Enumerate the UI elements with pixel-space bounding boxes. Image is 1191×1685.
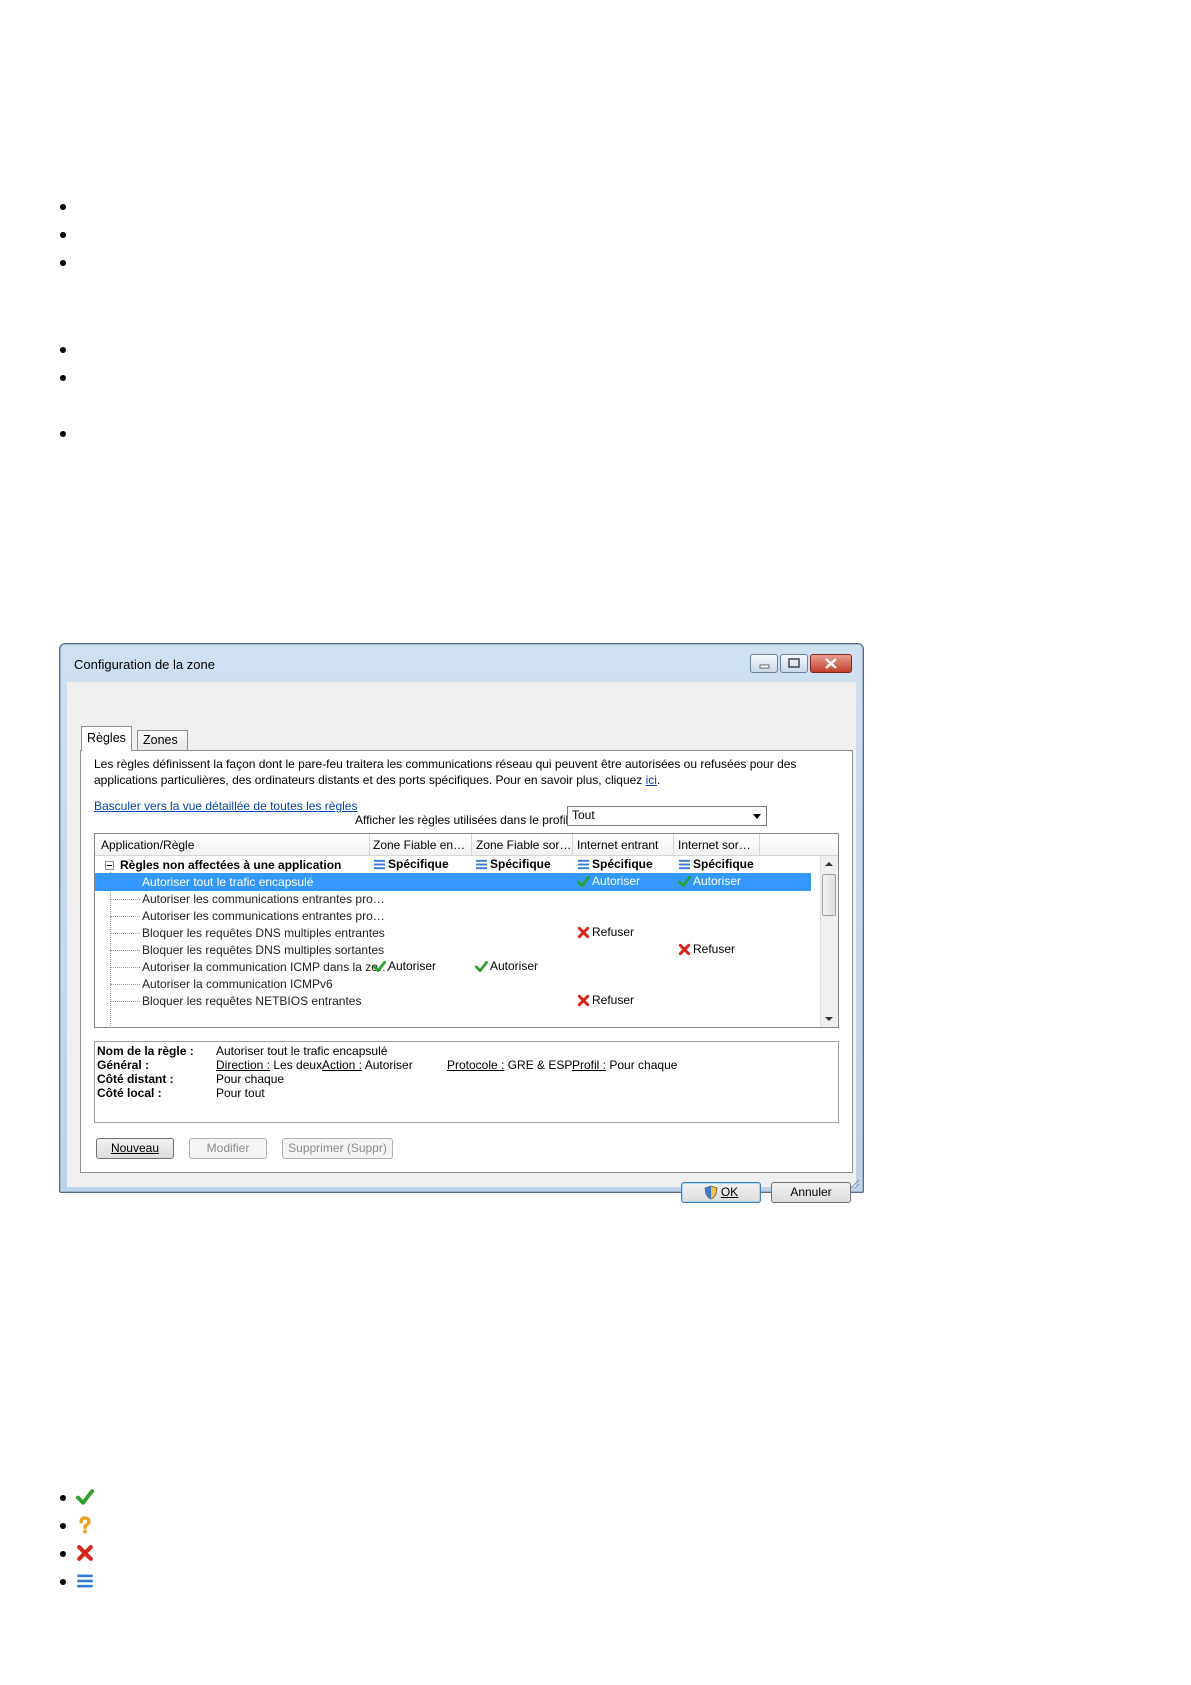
rule-row[interactable]: Bloquer les requêtes DNS multiples entra… <box>95 924 811 942</box>
profile-select[interactable]: Tout <box>567 806 767 826</box>
protocol-field: Protocole : GRE & ESP <box>447 1058 573 1072</box>
list-icon <box>373 859 386 869</box>
cross-icon <box>77 1545 93 1561</box>
rule-name-label: Nom de la règle : <box>97 1044 194 1058</box>
rule-row[interactable]: Autoriser la communication ICMPv6 <box>95 975 811 993</box>
rule-cell: Spécifique <box>678 857 754 871</box>
check-icon <box>475 960 488 972</box>
rule-row[interactable]: Autoriser tout le trafic encapsulé Autori… <box>95 873 811 891</box>
maximize-button[interactable] <box>780 654 808 673</box>
minimize-button[interactable] <box>750 654 778 673</box>
column-header-rule[interactable]: Application/Règle <box>101 838 194 852</box>
rules-list[interactable]: Application/Règle Zone Fiable en… Zone F… <box>94 833 839 1028</box>
scroll-thumb[interactable] <box>822 874 836 916</box>
edit-rule-button[interactable]: Modifier <box>189 1138 267 1159</box>
rule-name: Autoriser la communication ICMPv6 <box>142 977 333 991</box>
rule-cell: Refuser <box>577 993 634 1007</box>
cross-icon <box>577 994 590 1006</box>
list-icon <box>77 1574 93 1588</box>
rule-row[interactable]: Autoriser les communications entrantes p… <box>95 890 811 908</box>
description-text: Les règles définissent la façon dont le … <box>94 757 797 787</box>
rule-cell: Autoriser <box>678 874 741 888</box>
rule-row[interactable]: Bloquer les requêtes DNS multiples sorta… <box>95 941 811 959</box>
shield-icon <box>704 1185 718 1200</box>
rule-cell: Autoriser <box>373 959 436 973</box>
rule-name: Autoriser les communications entrantes p… <box>142 892 385 906</box>
resize-grip-icon[interactable] <box>848 1177 860 1189</box>
column-header-internet-in[interactable]: Internet entrant <box>577 838 673 852</box>
list-icon <box>475 859 488 869</box>
local-value: Pour tout <box>216 1086 265 1100</box>
scroll-up-arrow-icon[interactable] <box>825 862 833 866</box>
zone-configuration-window: Configuration de la zone Règles Zones Le… <box>59 643 864 1203</box>
cancel-button[interactable]: Annuler <box>771 1182 851 1203</box>
window-client-area: Règles Zones Les règles définissent la f… <box>67 682 856 1203</box>
delete-rule-button[interactable]: Supprimer (Suppr) <box>282 1138 393 1159</box>
column-header-trusted-out[interactable]: Zone Fiable sor… <box>476 838 572 852</box>
tab-rules[interactable]: Règles <box>81 726 132 751</box>
rule-name-value: Autoriser tout le trafic encapsulé <box>216 1044 388 1058</box>
rule-name: Bloquer les requêtes DNS multiples entra… <box>142 926 385 940</box>
new-rule-button[interactable]: Nouveau <box>96 1138 174 1159</box>
local-label: Côté local : <box>97 1086 162 1100</box>
rule-details-panel: Nom de la règle : Autoriser tout le traf… <box>94 1041 839 1123</box>
rule-cell: Autoriser <box>475 959 538 973</box>
rule-cell: Spécifique <box>475 857 551 871</box>
detailed-view-link[interactable]: Basculer vers la vue détaillée de toutes… <box>94 799 357 813</box>
remote-label: Côté distant : <box>97 1072 174 1086</box>
profile-select-value: Tout <box>572 808 595 822</box>
column-header-trusted-in[interactable]: Zone Fiable en… <box>373 838 469 852</box>
rule-cell: Spécifique <box>373 857 449 871</box>
ok-button[interactable]: OK <box>681 1182 761 1203</box>
rule-group-name: Règles non affectées à une application <box>120 858 342 872</box>
question-icon <box>79 1516 91 1534</box>
column-header-internet-out[interactable]: Internet sor… <box>678 838 758 852</box>
rule-cell: Spécifique <box>577 857 653 871</box>
rule-name: Bloquer les requêtes NETBIOS entrantes <box>142 994 362 1008</box>
rule-name: Autoriser les communications entrantes p… <box>142 909 385 923</box>
rule-name: Bloquer les requêtes DNS multiples sorta… <box>142 943 385 957</box>
rule-name: Autoriser la communication ICMP dans la … <box>142 960 390 974</box>
check-icon <box>76 1489 94 1505</box>
direction-field: Direction : Les deux <box>216 1058 323 1072</box>
rule-row[interactable]: Autoriser les communications entrantes p… <box>95 907 811 925</box>
profile-field: Profil : Pour chaque <box>572 1058 678 1072</box>
rule-group-row[interactable]: Règles non affectées à une application Sp… <box>95 856 811 874</box>
rule-cell: Autoriser <box>577 874 640 888</box>
list-scrollbar[interactable] <box>820 856 838 1027</box>
chevron-down-icon <box>753 814 761 819</box>
profile-label: Afficher les règles utilisées dans le pr… <box>355 813 575 827</box>
close-button[interactable] <box>810 654 852 673</box>
learn-more-link[interactable]: ici <box>646 773 657 787</box>
check-icon <box>678 875 691 887</box>
remote-value: Pour chaque <box>216 1072 285 1086</box>
rule-row[interactable]: Bloquer les requêtes NETBIOS entrantes Re… <box>95 992 811 1010</box>
rules-tab-panel: Les règles définissent la façon dont le … <box>80 750 853 1173</box>
list-icon <box>678 859 691 869</box>
rule-row[interactable]: Autoriser la communication ICMP dans la … <box>95 958 811 976</box>
cross-icon <box>577 926 590 938</box>
list-icon <box>577 859 590 869</box>
cross-icon <box>678 943 691 955</box>
window-title: Configuration de la zone <box>74 657 215 672</box>
rules-list-header: Application/Règle Zone Fiable en… Zone F… <box>95 834 838 856</box>
scroll-down-arrow-icon[interactable] <box>825 1017 833 1021</box>
check-icon <box>577 875 590 887</box>
tab-zones[interactable]: Zones <box>137 730 188 750</box>
check-icon <box>373 960 386 972</box>
close-icon <box>825 658 837 669</box>
rule-cell: Refuser <box>577 925 634 939</box>
general-label: Général : <box>97 1058 150 1072</box>
rule-cell: Refuser <box>678 942 735 956</box>
action-field: Action : Autoriser <box>322 1058 413 1072</box>
rule-name: Autoriser tout le trafic encapsulé <box>142 875 314 889</box>
